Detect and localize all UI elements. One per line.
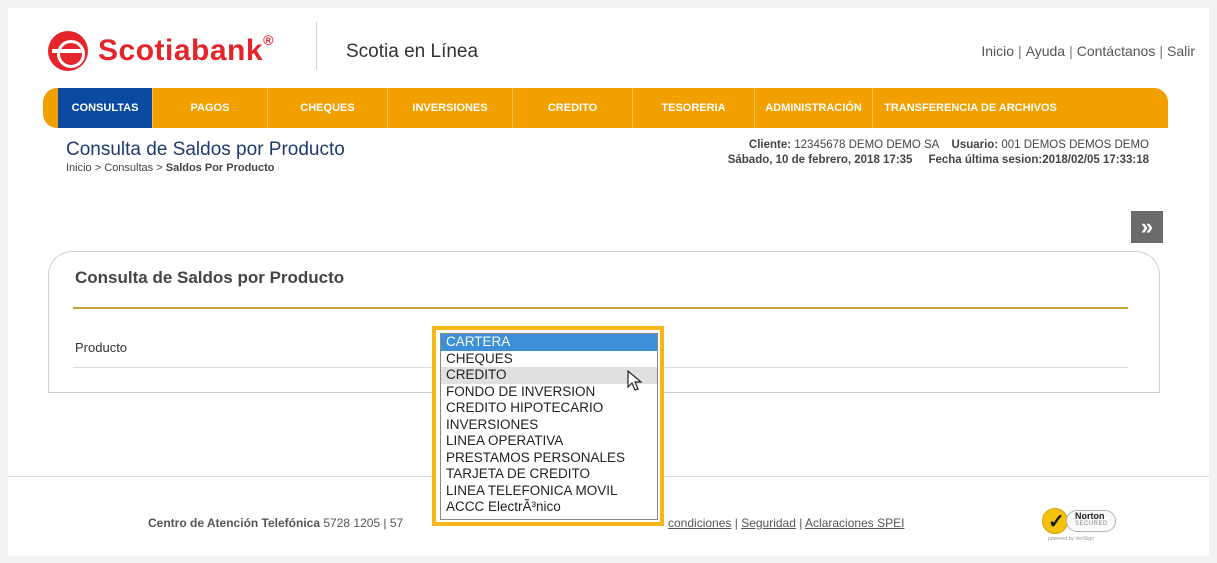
footer-separator: |	[799, 516, 803, 530]
client-info: Cliente: 12345678 DEMO DEMO SA Usuario: …	[728, 138, 1149, 168]
header-divider	[316, 22, 317, 70]
last-session-value: 2018/02/05 17:33:18	[1042, 154, 1149, 166]
scotiabank-logo-icon	[48, 31, 88, 71]
footer-link-aclaraciones[interactable]: Aclaraciones SPEI	[805, 516, 904, 530]
nav-administracion[interactable]: ADMINISTRACIÓN	[755, 88, 873, 128]
dropdown-option[interactable]: INVERSIONES	[441, 417, 657, 434]
dropdown-option[interactable]: LINEA TELEFONICA MOVIL	[441, 483, 657, 500]
dropdown-option[interactable]: CREDITO	[441, 367, 657, 384]
main-nav: CONSULTAS PAGOS CHEQUES INVERSIONES CRED…	[43, 88, 1168, 128]
dropdown-option[interactable]: CARTERA	[441, 334, 657, 351]
norton-check-icon: ✓	[1042, 508, 1068, 534]
dropdown-option[interactable]: LINEA OPERATIVA	[441, 433, 657, 450]
nav-pagos[interactable]: PAGOS	[153, 88, 268, 128]
link-salir[interactable]: Salir	[1167, 43, 1195, 59]
panel-divider	[73, 307, 1128, 309]
link-inicio[interactable]: Inicio	[981, 43, 1014, 59]
breadcrumb-sep: >	[94, 162, 102, 174]
mouse-pointer-icon	[627, 370, 643, 391]
dropdown-option[interactable]: CHEQUES	[441, 351, 657, 368]
link-separator: |	[1018, 43, 1022, 59]
next-button[interactable]: »	[1131, 211, 1163, 243]
norton-secured-text: SECURED	[1075, 521, 1108, 527]
breadcrumb: Inicio > Consultas > Saldos Por Producto	[66, 162, 275, 174]
link-separator: |	[1069, 43, 1073, 59]
footer-separator: |	[734, 516, 738, 530]
cliente-value: 12345678 DEMO DEMO SA	[794, 139, 939, 151]
breadcrumb-home[interactable]: Inicio	[66, 162, 92, 174]
link-separator: |	[1159, 43, 1163, 59]
dropdown-option[interactable]: ACCC ElectrÃ³nico	[441, 499, 657, 516]
usuario-label: Usuario:	[951, 139, 999, 151]
producto-label: Producto	[75, 340, 128, 355]
last-session-label: Fecha última sesion:	[928, 154, 1043, 166]
footer-phone-value: 5728 1205 | 57	[323, 516, 404, 530]
breadcrumb-section[interactable]: Consultas	[104, 162, 153, 174]
nav-consultas[interactable]: CONSULTAS	[58, 88, 153, 128]
nav-cheques[interactable]: CHEQUES	[268, 88, 388, 128]
dropdown-option[interactable]: FONDO DE INVERSION	[441, 384, 657, 401]
top-links: Inicio | Ayuda | Contáctanos | Salir	[981, 43, 1195, 59]
brand-name: Scotiabank	[98, 34, 264, 67]
link-contactanos[interactable]: Contáctanos	[1077, 43, 1156, 59]
nav-tesoreria[interactable]: TESORERIA	[633, 88, 755, 128]
link-ayuda[interactable]: Ayuda	[1026, 43, 1065, 59]
nav-inversiones[interactable]: INVERSIONES	[388, 88, 513, 128]
scotiabank-logo[interactable]: Scotiabank ®	[48, 26, 274, 76]
dropdown-option[interactable]: PRESTAMOS PERSONALES	[441, 450, 657, 467]
producto-dropdown-list[interactable]: CARTERA CHEQUES CREDITO FONDO DE INVERSI…	[440, 333, 658, 520]
dropdown-option[interactable]: TARJETA DE CREDITO	[441, 466, 657, 483]
footer-link-seguridad[interactable]: Seguridad	[741, 516, 796, 530]
usuario-value: 001 DEMOS DEMOS DEMO	[1001, 139, 1149, 151]
session-date: Sábado, 10 de febrero, 2018 17:35	[727, 154, 913, 166]
page-title: Consulta de Saldos por Producto	[66, 139, 345, 160]
double-chevron-right-icon: »	[1140, 214, 1154, 239]
breadcrumb-sep: >	[156, 162, 163, 174]
nav-credito[interactable]: CREDITO	[513, 88, 633, 128]
breadcrumb-current: Saldos Por Producto	[165, 162, 275, 174]
nav-transferencia[interactable]: TRANSFERENCIA DE ARCHIVOS	[873, 88, 1068, 128]
brand-registered-mark: ®	[263, 32, 274, 48]
norton-secured-badge[interactable]: ✓ Norton SECURED powered by VeriSign	[1042, 506, 1120, 544]
dropdown-option[interactable]: CREDITO HIPOTECARIO	[441, 400, 657, 417]
footer-phone: Centro de Atención Telefónica 5728 1205 …	[148, 516, 403, 530]
norton-name: Norton	[1075, 511, 1105, 521]
norton-powered-text: powered by VeriSign	[1048, 536, 1094, 542]
footer-phone-label: Centro de Atención Telefónica	[148, 516, 321, 530]
app-title: Scotia en Línea	[346, 41, 479, 62]
panel-title: Consulta de Saldos por Producto	[75, 268, 345, 287]
cliente-label: Cliente:	[748, 139, 792, 151]
